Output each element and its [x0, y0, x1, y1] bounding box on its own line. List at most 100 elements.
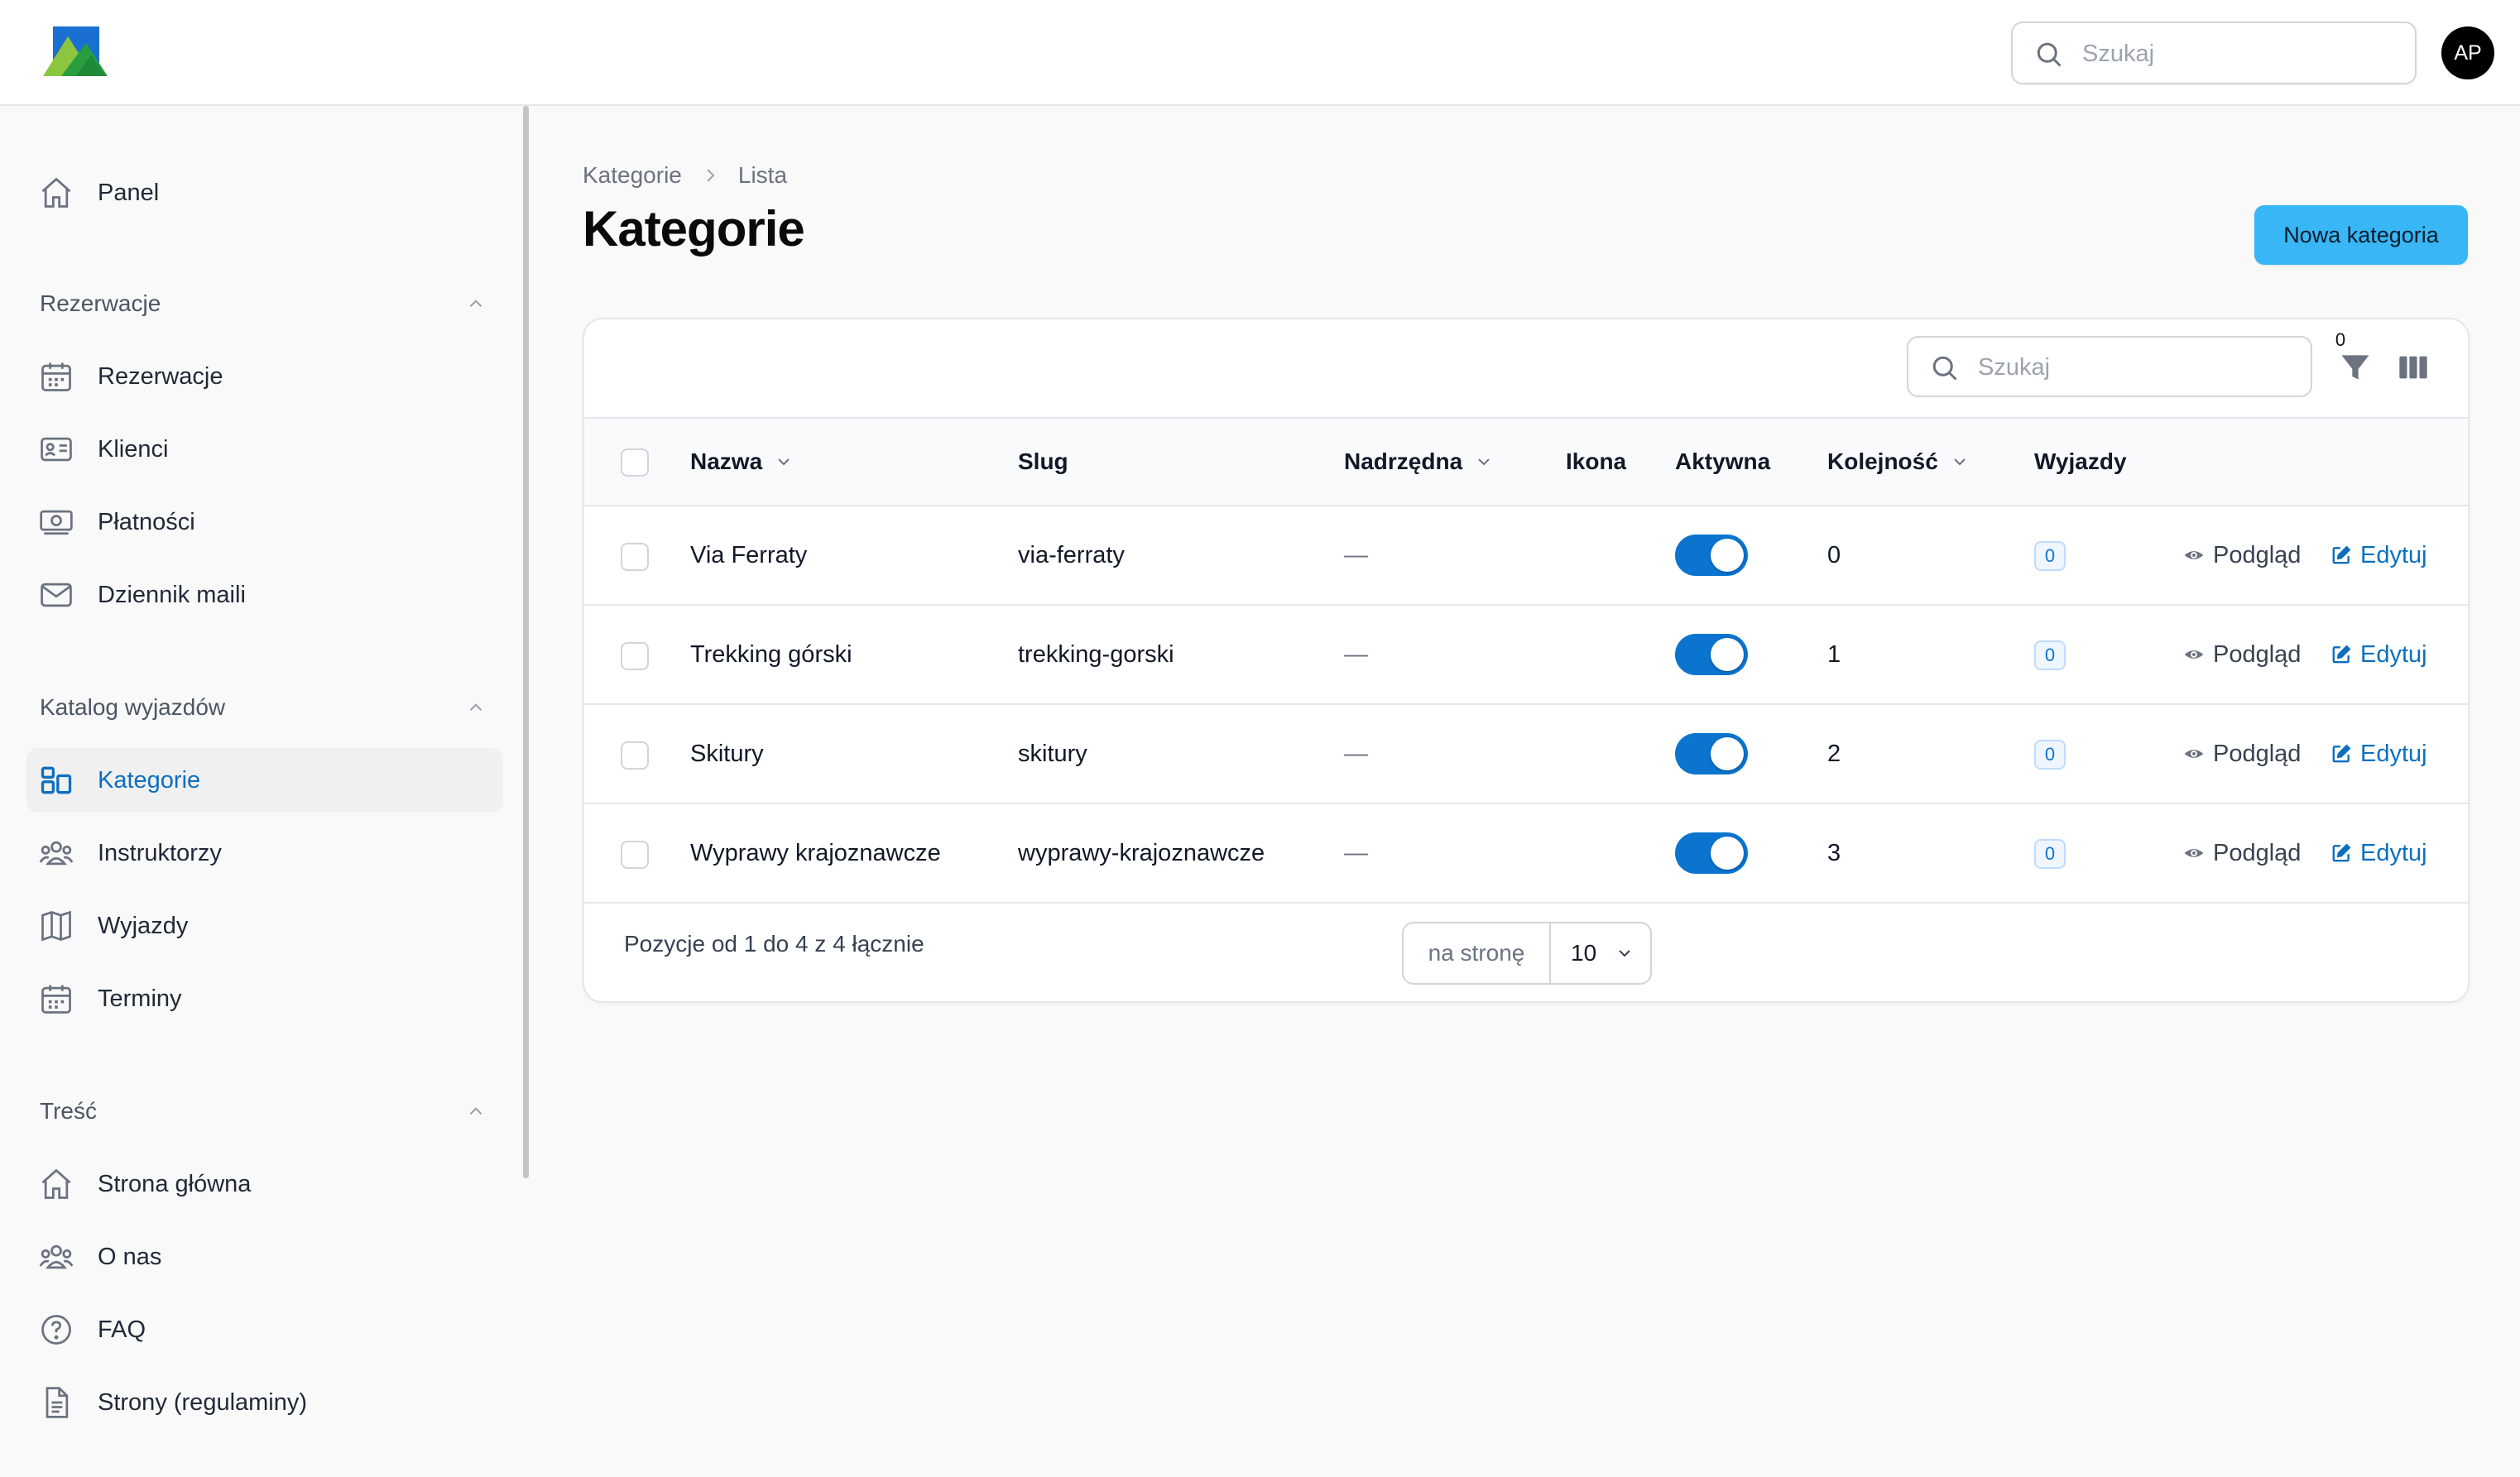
id-card-icon — [41, 437, 72, 462]
cell-slug: trekking-gorski — [1018, 640, 1174, 668]
avatar[interactable]: AP — [2441, 26, 2494, 79]
pencil-square-icon — [2332, 545, 2351, 564]
active-toggle[interactable] — [1675, 832, 1748, 874]
eye-icon — [2184, 551, 2204, 559]
table-search-input[interactable] — [1976, 349, 2294, 386]
column-header-nadrzedna[interactable]: Nadrzędna — [1344, 419, 1494, 505]
group-katalog-header[interactable]: Katalog wyjazdów — [40, 691, 487, 724]
view-action[interactable]: Podgląd — [2183, 705, 2301, 803]
global-search[interactable] — [2011, 22, 2417, 84]
logo[interactable] — [43, 25, 114, 81]
edit-action[interactable]: Edytuj — [2330, 804, 2427, 902]
pencil-square-icon — [2332, 645, 2351, 664]
squares-icon — [41, 766, 72, 794]
sidebar-item-faq[interactable]: FAQ — [26, 1297, 503, 1362]
edit-action[interactable]: Edytuj — [2330, 606, 2427, 703]
sidebar-item-terminy[interactable]: Terminy — [26, 966, 503, 1031]
table-row: Via Ferraty via-ferraty — 0 0 Podgląd Ed… — [584, 506, 2468, 606]
group-label: Katalog wyjazdów — [40, 694, 226, 720]
per-page-select[interactable]: na stronę 10 — [1402, 922, 1652, 985]
sidebar-item-label: Terminy — [98, 985, 182, 1012]
sidebar: Panel Rezerwacje Rezerwacje Klienci Płat… — [0, 106, 523, 1477]
select-all-checkbox[interactable] — [621, 448, 649, 477]
sidebar-scrollbar[interactable] — [523, 106, 529, 1178]
row-checkbox[interactable] — [621, 841, 649, 869]
sidebar-item-o-nas[interactable]: O nas — [26, 1225, 503, 1289]
chevron-up-icon[interactable] — [465, 293, 487, 314]
sidebar-item-label: FAQ — [98, 1316, 146, 1343]
document-icon — [46, 1387, 69, 1418]
envelope-icon — [41, 583, 72, 607]
cell-name: Via Ferraty — [690, 541, 808, 568]
view-action[interactable]: Podgląd — [2183, 804, 2301, 902]
sidebar-item-label: Panel — [98, 179, 160, 206]
cell-order: 1 — [1827, 640, 1841, 668]
sidebar-item-klienci[interactable]: Klienci — [26, 417, 503, 482]
sidebar-item-label: Dziennik maili — [98, 581, 246, 608]
edit-label: Edytuj — [2360, 640, 2427, 668]
calendar-icon — [41, 362, 71, 391]
sidebar-item-label: Rezerwacje — [98, 362, 223, 390]
sidebar-item-wyjazdy[interactable]: Wyjazdy — [26, 894, 503, 958]
cash-icon — [40, 510, 73, 535]
sidebar-item-platnosci[interactable]: Płatności — [26, 490, 503, 554]
view-action[interactable]: Podgląd — [2183, 506, 2301, 604]
chevron-up-icon[interactable] — [465, 1101, 487, 1122]
categories-table-card: 0 Nazwa Slug Nadrzędna Ikona Aktywna Kol… — [583, 318, 2470, 1003]
new-category-button[interactable]: Nowa kategoria — [2254, 205, 2468, 265]
sidebar-item-rezerwacje[interactable]: Rezerwacje — [26, 344, 503, 409]
cell-name: Wyprawy krajoznawcze — [690, 839, 941, 866]
view-action[interactable]: Podgląd — [2183, 606, 2301, 703]
toggle-knob — [1711, 539, 1744, 572]
pencil-square-icon — [2332, 744, 2351, 763]
cell-parent: — — [1344, 839, 1368, 866]
cell-order: 2 — [1827, 740, 1841, 767]
breadcrumb-item-kategorie[interactable]: Kategorie — [583, 162, 682, 189]
search-icon — [2037, 42, 2062, 67]
sidebar-item-kategorie[interactable]: Kategorie — [26, 748, 503, 813]
home-icon — [41, 1168, 71, 1199]
group-rezerwacje-header[interactable]: Rezerwacje — [40, 287, 487, 320]
group-tresc-header[interactable]: Treść — [40, 1095, 487, 1128]
eye-icon — [2184, 650, 2204, 659]
active-toggle[interactable] — [1675, 535, 1748, 576]
chevron-up-icon[interactable] — [465, 697, 487, 718]
trips-count-badge: 0 — [2034, 740, 2066, 770]
cell-slug: skitury — [1018, 740, 1087, 767]
per-page-dropdown[interactable]: 10 — [1551, 923, 1650, 983]
column-header-wyjazdy: Wyjazdy — [2034, 419, 2127, 505]
active-toggle[interactable] — [1675, 634, 1748, 675]
sidebar-item-strony[interactable]: Strony (regulaminy) — [26, 1370, 503, 1435]
table-search[interactable] — [1907, 336, 2312, 397]
view-label: Podgląd — [2213, 839, 2302, 866]
table-header: Nazwa Slug Nadrzędna Ikona Aktywna Kolej… — [584, 417, 2468, 506]
row-checkbox[interactable] — [621, 741, 649, 770]
chevron-right-icon — [707, 169, 715, 182]
cell-parent: — — [1344, 640, 1368, 668]
toggle-knob — [1711, 837, 1744, 870]
column-header-kolejnosc[interactable]: Kolejność — [1827, 419, 1970, 505]
active-toggle[interactable] — [1675, 733, 1748, 774]
sidebar-item-strona-glowna[interactable]: Strona główna — [26, 1152, 503, 1216]
cell-parent: — — [1344, 541, 1368, 568]
filter-icon[interactable] — [2337, 349, 2374, 386]
columns-icon[interactable] — [2397, 351, 2430, 384]
chevron-down-icon — [778, 458, 790, 466]
cell-name: Skitury — [690, 740, 764, 767]
sidebar-item-label: Klienci — [98, 435, 169, 463]
sidebar-item-label: Strona główna — [98, 1170, 252, 1197]
sidebar-item-instruktorzy[interactable]: Instruktorzy — [26, 821, 503, 885]
sidebar-item-panel[interactable]: Panel — [26, 161, 503, 225]
view-label: Podgląd — [2213, 640, 2302, 668]
top-bar: AP — [0, 0, 2520, 106]
pagination-summary: Pozycje od 1 do 4 z 4 łącznie — [624, 931, 924, 957]
edit-action[interactable]: Edytuj — [2330, 705, 2427, 803]
row-checkbox[interactable] — [621, 642, 649, 670]
global-search-input[interactable] — [2081, 35, 2398, 73]
column-header-nazwa[interactable]: Nazwa — [690, 419, 794, 505]
sidebar-item-dziennik-maili[interactable]: Dziennik maili — [26, 563, 503, 627]
search-icon — [1932, 356, 1957, 381]
row-checkbox[interactable] — [621, 543, 649, 571]
trips-count-badge: 0 — [2034, 839, 2066, 869]
edit-action[interactable]: Edytuj — [2330, 506, 2427, 604]
